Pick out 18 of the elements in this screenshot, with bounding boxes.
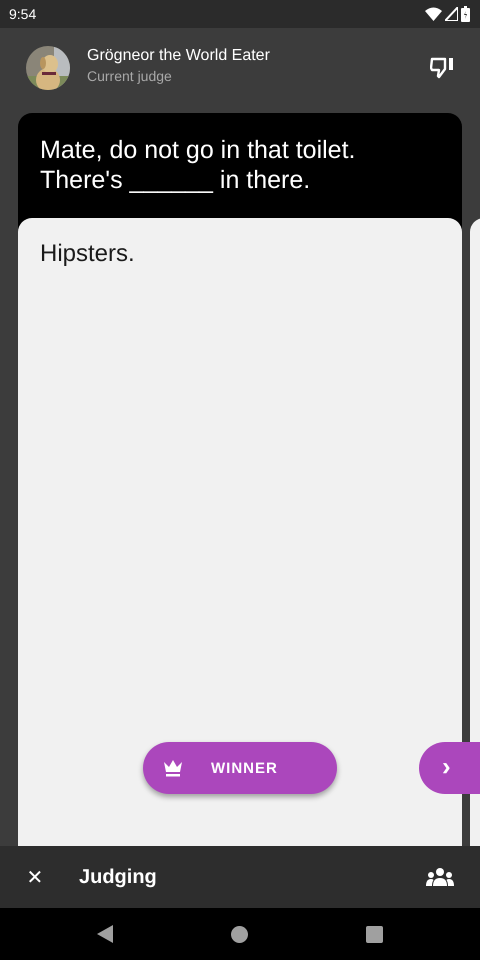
people-icon[interactable] (426, 868, 454, 886)
signal-icon (445, 7, 458, 21)
winner-button[interactable]: WINNER (143, 742, 337, 794)
thumbs-down-icon[interactable] (430, 57, 454, 79)
back-icon[interactable] (97, 925, 113, 943)
wifi-icon (425, 7, 442, 21)
close-button[interactable]: ✕ (24, 864, 46, 890)
crown-icon (163, 759, 183, 777)
recents-icon[interactable] (366, 926, 383, 942)
home-icon[interactable] (231, 926, 248, 942)
battery-icon (461, 6, 470, 22)
screen-title: Judging (79, 866, 158, 888)
judge-name: Grögneor the World Eater (87, 46, 271, 64)
judge-role: Current judge (87, 68, 173, 84)
clock-time: 9:54 (9, 6, 36, 22)
next-button[interactable]: › (419, 742, 480, 794)
answer-text: Hipsters. (40, 240, 135, 267)
prompt-text: Mate, do not go in that toilet. There's ______ in there. (40, 136, 356, 194)
